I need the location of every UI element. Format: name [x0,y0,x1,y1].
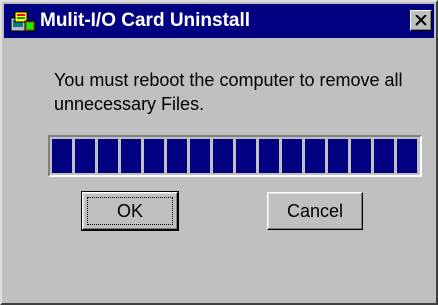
window-title: Mulit-I/O Card Uninstall [40,10,251,31]
progress-segment [75,139,95,173]
progress-segment [374,139,394,173]
progress-fill [52,139,418,173]
progress-segment [397,139,417,173]
cancel-button-label: Cancel [286,201,344,221]
progress-segment [144,139,164,173]
progress-segment [328,139,348,173]
title-bar[interactable]: Mulit-I/O Card Uninstall [4,4,434,38]
progress-segment [282,139,302,173]
ok-button[interactable]: OK [81,191,179,231]
progress-segment [190,139,210,173]
progress-segment [236,139,256,173]
progress-segment [259,139,279,173]
close-icon [415,15,427,26]
progress-segment [305,139,325,173]
setup-app-icon [10,9,36,33]
progress-segment [121,139,141,173]
uninstall-dialog: Mulit-I/O Card Uninstall You must reboot… [0,0,438,305]
progress-segment [167,139,187,173]
cancel-button[interactable]: Cancel [267,192,363,230]
close-button[interactable] [410,10,432,31]
ok-button-label: OK [116,201,143,221]
reboot-message: You must reboot the computer to remove a… [54,70,403,114]
progress-segment [351,139,371,173]
progress-segment [213,139,233,173]
progress-bar [48,135,422,177]
progress-segment [98,139,118,173]
progress-segment [52,139,72,173]
